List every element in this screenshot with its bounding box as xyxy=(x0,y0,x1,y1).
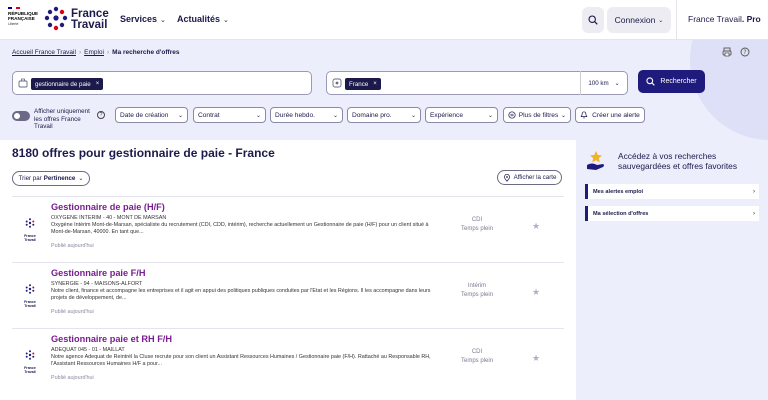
nav-services[interactable]: Services ⌄ xyxy=(120,14,166,24)
brand-name: France Travail xyxy=(71,8,109,31)
france-travail-logo[interactable]: France Travail xyxy=(43,6,109,34)
keyword-field[interactable]: gestionnaire de paie × xyxy=(12,71,312,95)
my-job-alerts-link[interactable]: Mes alertes emploi › xyxy=(585,184,759,199)
search-icon xyxy=(588,15,598,25)
breadcrumb-current: Ma recherche d'offres xyxy=(112,49,180,56)
offer-description: Notre agence Adequat de Reintrél la Clus… xyxy=(51,354,431,368)
filter-plus-de-filtres[interactable]: Plus de filtres ⌄ xyxy=(503,107,571,123)
chevron-down-icon: ⌄ xyxy=(332,112,338,119)
connexion-button[interactable]: Connexion ⌄ xyxy=(607,7,671,33)
chevron-down-icon: ⌄ xyxy=(223,17,229,24)
offer-card[interactable]: France Travail Gestionnaire de paie (H/F… xyxy=(12,196,564,262)
svg-text:?: ? xyxy=(743,49,746,56)
hand-star-icon xyxy=(587,151,604,170)
create-alert-button[interactable]: Créer une alerte xyxy=(575,107,645,123)
search-submit-button[interactable]: Rechercher xyxy=(638,70,705,93)
star-icon[interactable]: ★ xyxy=(532,221,540,232)
results-title: 8180 offres pour gestionnaire de paie - … xyxy=(12,146,275,160)
chevron-down-icon: ⌄ xyxy=(78,176,84,182)
filter-domaine-pro[interactable]: Domaine pro. ⌄ xyxy=(347,107,421,123)
help-icon[interactable]: ? xyxy=(97,111,105,119)
chevron-right-icon: › xyxy=(753,188,755,195)
help-circle-icon[interactable]: ? xyxy=(740,47,750,57)
site-header: RÉPUBLIQUE FRANÇAISE Liberté France Trav… xyxy=(0,0,768,40)
map-pin-icon xyxy=(332,78,342,88)
star-icon[interactable]: ★ xyxy=(532,287,540,298)
chevron-down-icon: ⌄ xyxy=(160,17,166,24)
saved-searches-panel: Accédez à vos recherches sauvegardées et… xyxy=(576,140,768,400)
france-travail-pro-link[interactable]: France Travail. Pro xyxy=(688,14,761,24)
company-logo: France Travail xyxy=(22,347,38,374)
company-logo: France Travail xyxy=(22,281,38,308)
filter-duree-hebdo[interactable]: Durée hebdo. ⌄ xyxy=(270,107,343,123)
filter-date-creation[interactable]: Date de création ⌄ xyxy=(115,107,188,123)
offer-title[interactable]: Gestionnaire paie et RH F/H xyxy=(51,334,172,344)
france-travail-only-toggle[interactable] xyxy=(12,111,30,121)
offer-published: Publié aujourd'hui xyxy=(51,375,94,381)
location-chip: France × xyxy=(345,78,381,90)
search-band: Accueil France Travail › Emploi › Ma recherc… xyxy=(0,40,768,140)
filter-contrat[interactable]: Contrat ⌄ xyxy=(193,107,266,123)
france-travail-dots-icon xyxy=(44,6,68,31)
offer-contract: Intérim Temps plein xyxy=(460,283,493,298)
chevron-down-icon: ⌄ xyxy=(658,17,664,24)
chevron-right-icon: › xyxy=(753,210,755,217)
breadcrumb-emploi[interactable]: Emploi xyxy=(84,49,104,56)
offer-contract: CDI Temps plein xyxy=(460,349,493,364)
breadcrumb: Accueil France Travail › Emploi › Ma recherc… xyxy=(12,49,180,56)
france-travail-dots-icon xyxy=(25,218,35,228)
offer-card[interactable]: France Travail Gestionnaire paie F/H SYN… xyxy=(12,262,564,328)
offer-description: Notre client, finance et accompagne les … xyxy=(51,288,431,302)
filter-experience[interactable]: Expérience ⌄ xyxy=(425,107,498,123)
offer-published: Publié aujourd'hui xyxy=(51,309,94,315)
show-map-button[interactable]: Afficher la carte xyxy=(497,170,562,185)
chevron-down-icon: ⌄ xyxy=(410,112,416,119)
chevron-down-icon: ⌄ xyxy=(255,112,261,119)
offer-contract: CDI Temps plein xyxy=(460,217,493,232)
offer-published: Publié aujourd'hui xyxy=(51,243,94,249)
toggle-label: Afficher uniquement les offres France Tr… xyxy=(34,108,90,130)
chevron-down-icon: ⌄ xyxy=(560,112,566,119)
offer-card[interactable]: France Travail Gestionnaire paie et RH F… xyxy=(12,328,564,394)
map-pin-icon xyxy=(503,173,510,182)
star-icon[interactable]: ★ xyxy=(532,353,540,364)
keyword-chip: gestionnaire de paie × xyxy=(31,78,104,90)
company-logo: France Travail xyxy=(22,215,38,242)
sidebar-title: Accédez à vos recherches sauvegardées et… xyxy=(618,151,738,171)
print-icon[interactable] xyxy=(722,47,732,57)
breadcrumb-home[interactable]: Accueil France Travail xyxy=(12,49,76,56)
offer-title[interactable]: Gestionnaire de paie (H/F) xyxy=(51,202,165,212)
bell-icon xyxy=(580,111,588,119)
chevron-down-icon: ⌄ xyxy=(614,80,620,87)
chevron-down-icon: ⌄ xyxy=(177,112,183,119)
header-search-button[interactable] xyxy=(582,7,604,33)
france-travail-dots-icon xyxy=(25,284,35,294)
offer-company: OXYGENE INTERIM - 40 - MONT DE MARSAN xyxy=(51,215,167,221)
offer-company: ADEQUAT 045 - 01 - MAILLAT xyxy=(51,347,125,353)
offer-title[interactable]: Gestionnaire paie F/H xyxy=(51,268,145,278)
close-icon[interactable]: × xyxy=(373,81,377,87)
my-offer-selection-link[interactable]: Ma sélection d'offres › xyxy=(585,206,759,221)
chevron-down-icon: ⌄ xyxy=(487,112,493,119)
sort-select[interactable]: Trier par Pertinence ⌄ xyxy=(12,171,90,186)
results-count: 8180 offres xyxy=(12,146,76,160)
distance-select[interactable]: 100 km ⌄ xyxy=(580,71,627,95)
search-icon xyxy=(646,77,656,86)
offer-description: Oxygène Intérim Mont-de-Marsan, spéciali… xyxy=(51,222,429,236)
republique-francaise-logo[interactable]: RÉPUBLIQUE FRANÇAISE Liberté xyxy=(8,7,38,34)
offer-company: SYNERGIE - 94 - MAISONS-ALFORT xyxy=(51,281,143,287)
header-divider xyxy=(676,0,677,40)
briefcase-icon xyxy=(18,78,28,88)
filter-settings-icon xyxy=(508,111,516,119)
nav-actualites[interactable]: Actualités ⌄ xyxy=(177,14,229,24)
france-travail-dots-icon xyxy=(25,350,35,360)
close-icon[interactable]: × xyxy=(96,81,100,87)
